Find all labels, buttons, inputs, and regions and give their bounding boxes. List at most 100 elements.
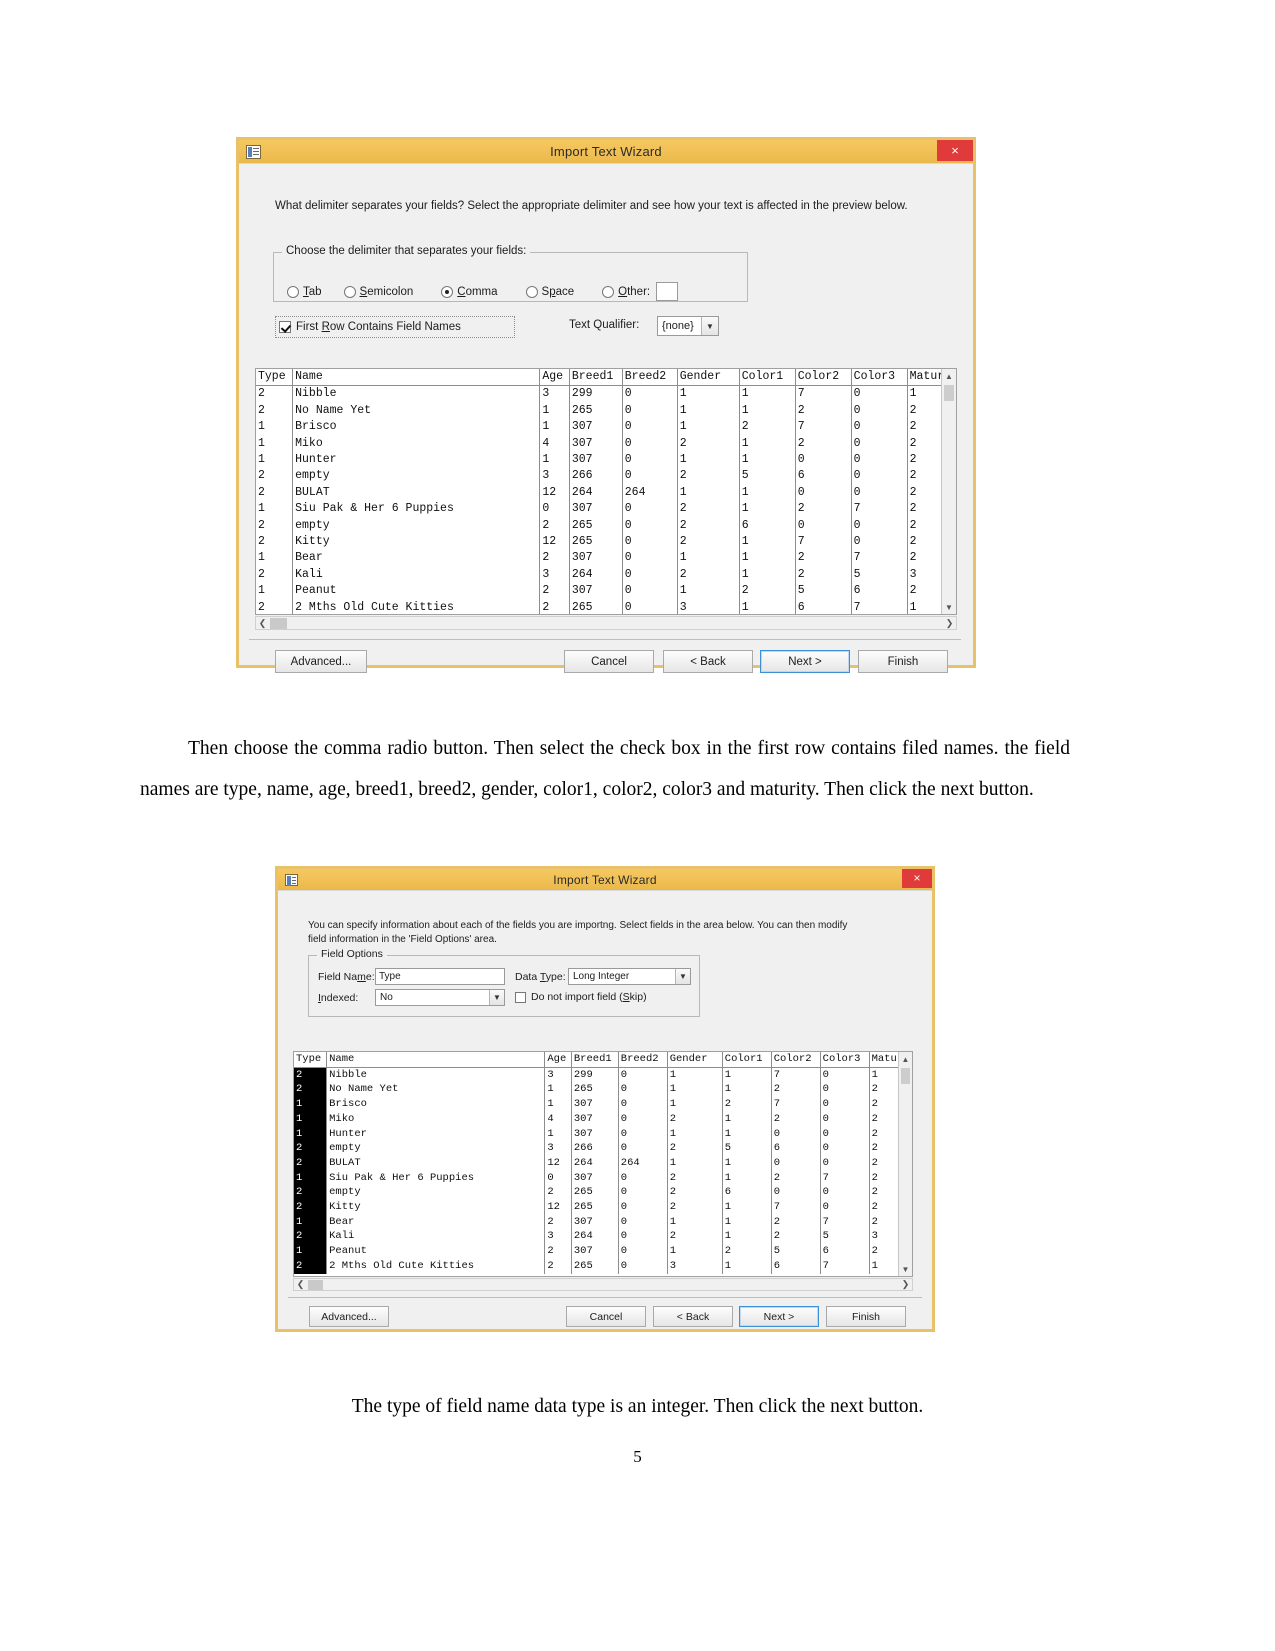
table-cell[interactable]: 0: [771, 1155, 821, 1171]
table-cell[interactable]: empty: [292, 517, 541, 535]
table-row[interactable]: 2 BULAT 12 264 264 1 1 0 0 2: [294, 1155, 912, 1171]
field-name-input[interactable]: Type: [375, 968, 505, 985]
table-cell[interactable]: 1: [722, 1082, 772, 1098]
table-row[interactable]: 2 No Name Yet 1 265 0 1 1 2 0 2: [294, 1082, 912, 1098]
table-cell[interactable]: 265: [571, 1200, 619, 1215]
table-cell[interactable]: 7: [771, 1067, 821, 1083]
preview-column-header[interactable]: Type: [256, 369, 294, 387]
table-cell[interactable]: 1: [739, 402, 796, 420]
table-row[interactable]: 1 Peanut 2 307 0 1 2 5 6 2: [256, 583, 956, 600]
table-cell[interactable]: 1: [667, 1214, 723, 1230]
table-cell[interactable]: 3: [544, 1229, 572, 1245]
table-cell[interactable]: 1: [722, 1229, 772, 1245]
table-cell[interactable]: 307: [569, 452, 623, 469]
table-row[interactable]: 2 empty 2 265 0 2 6 0 0 2: [294, 1185, 912, 1201]
advanced-button-1[interactable]: Advanced...: [275, 650, 367, 673]
table-row[interactable]: 2 Kali 3 264 0 2 1 2 5 3: [294, 1229, 912, 1245]
table-cell[interactable]: Miko: [326, 1111, 546, 1127]
table-row[interactable]: 22 Mths Old Cute Kitties 2 265 0 3 1 6 7 1: [256, 599, 956, 614]
table-cell[interactable]: empty: [292, 468, 541, 485]
table-cell[interactable]: 6: [739, 517, 796, 535]
table-cell[interactable]: 1: [544, 1097, 572, 1112]
table-cell[interactable]: 4: [544, 1111, 572, 1127]
table-cell[interactable]: 2: [294, 1185, 328, 1201]
preview-column-header[interactable]: Breed2: [618, 1052, 668, 1068]
first-row-field-names-container[interactable]: First Row Contains Field Names: [275, 316, 515, 338]
table-cell[interactable]: 0: [622, 534, 678, 551]
table-cell[interactable]: 265: [569, 534, 623, 551]
table-cell[interactable]: 2: [677, 435, 740, 453]
table-cell[interactable]: 0: [851, 402, 908, 420]
table-cell[interactable]: 0: [622, 435, 678, 453]
table-cell[interactable]: 1: [722, 1126, 772, 1142]
table-cell[interactable]: 5: [739, 468, 796, 485]
table-cell[interactable]: 7: [820, 1214, 870, 1230]
table-cell[interactable]: 0: [851, 517, 908, 535]
table-cell[interactable]: 307: [571, 1111, 619, 1127]
table-cell[interactable]: 0: [795, 452, 852, 469]
table-cell[interactable]: 2: [667, 1111, 723, 1127]
chevron-down-icon[interactable]: ▼: [675, 969, 690, 984]
preview-column-header[interactable]: Type: [294, 1052, 328, 1068]
preview-column-header[interactable]: Color3: [820, 1052, 870, 1068]
table-cell[interactable]: 0: [851, 452, 908, 469]
table-cell[interactable]: 1: [667, 1082, 723, 1098]
table-cell[interactable]: 265: [571, 1258, 619, 1274]
table-cell[interactable]: 307: [571, 1126, 619, 1142]
table-cell[interactable]: 7: [851, 501, 908, 518]
preview-column-header[interactable]: Age: [544, 1052, 572, 1068]
table-cell[interactable]: 307: [571, 1097, 619, 1112]
table-cell[interactable]: 2: [677, 566, 740, 584]
table-row[interactable]: 1 Brisco 1 307 0 1 2 7 0 2: [294, 1097, 912, 1112]
table-cell[interactable]: Nibble: [326, 1067, 546, 1083]
table-cell[interactable]: 3: [539, 468, 570, 485]
table-cell[interactable]: empty: [326, 1141, 546, 1156]
table-cell[interactable]: 307: [569, 419, 623, 436]
table-cell[interactable]: 1: [256, 452, 294, 469]
text-qualifier-combo[interactable]: {none} ▼: [657, 316, 719, 336]
table-cell[interactable]: No Name Yet: [292, 402, 541, 420]
table-cell[interactable]: 1: [739, 484, 796, 502]
table-cell[interactable]: 0: [618, 1097, 668, 1112]
table-cell[interactable]: 1: [722, 1067, 772, 1083]
table-cell[interactable]: 1: [294, 1170, 328, 1186]
table-cell[interactable]: 3: [539, 566, 570, 584]
table-cell[interactable]: 2: [677, 501, 740, 518]
radio-comma[interactable]: Comma: [441, 285, 498, 298]
table-cell[interactable]: Kitty: [326, 1200, 546, 1215]
table-cell[interactable]: 1: [667, 1067, 723, 1083]
table-cell[interactable]: 0: [618, 1141, 668, 1156]
table-cell[interactable]: 265: [569, 517, 623, 535]
table-cell[interactable]: 12: [539, 484, 570, 502]
table-cell[interactable]: 0: [618, 1200, 668, 1215]
table-row[interactable]: 1 Brisco 1 307 0 1 2 7 0 2: [256, 419, 956, 436]
table-cell[interactable]: 2: [294, 1141, 328, 1156]
table-cell[interactable]: 1: [677, 385, 740, 403]
table-cell[interactable]: 2: [294, 1155, 328, 1171]
table-cell[interactable]: 2: [294, 1229, 328, 1245]
scroll-thumb[interactable]: [944, 385, 954, 401]
table-cell[interactable]: 12: [539, 534, 570, 551]
table-cell[interactable]: 0: [618, 1229, 668, 1245]
table-cell[interactable]: 7: [851, 550, 908, 567]
table-cell[interactable]: Peanut: [326, 1244, 546, 1259]
table-cell[interactable]: 0: [851, 385, 908, 403]
table-cell[interactable]: 307: [569, 583, 623, 600]
table-cell[interactable]: 2: [539, 583, 570, 600]
table-cell[interactable]: 2: [667, 1170, 723, 1186]
table-cell[interactable]: 1: [722, 1170, 772, 1186]
cancel-button-1[interactable]: Cancel: [564, 650, 654, 673]
table-cell[interactable]: 6: [851, 583, 908, 600]
table-cell[interactable]: 0: [618, 1185, 668, 1201]
table-cell[interactable]: 0: [618, 1170, 668, 1186]
hscroll-thumb[interactable]: [270, 617, 287, 629]
table-cell[interactable]: Brisco: [326, 1097, 546, 1112]
preview-column-header[interactable]: Name: [326, 1052, 546, 1068]
table-cell[interactable]: 0: [622, 550, 678, 567]
table-cell[interactable]: 2: [739, 583, 796, 600]
table-cell[interactable]: 7: [795, 534, 852, 551]
table-cell[interactable]: 2: [677, 468, 740, 485]
table-cell[interactable]: 307: [571, 1244, 619, 1259]
table-row[interactable]: 2 No Name Yet 1 265 0 1 1 2 0 2: [256, 402, 956, 420]
table-cell[interactable]: 264: [569, 484, 623, 502]
